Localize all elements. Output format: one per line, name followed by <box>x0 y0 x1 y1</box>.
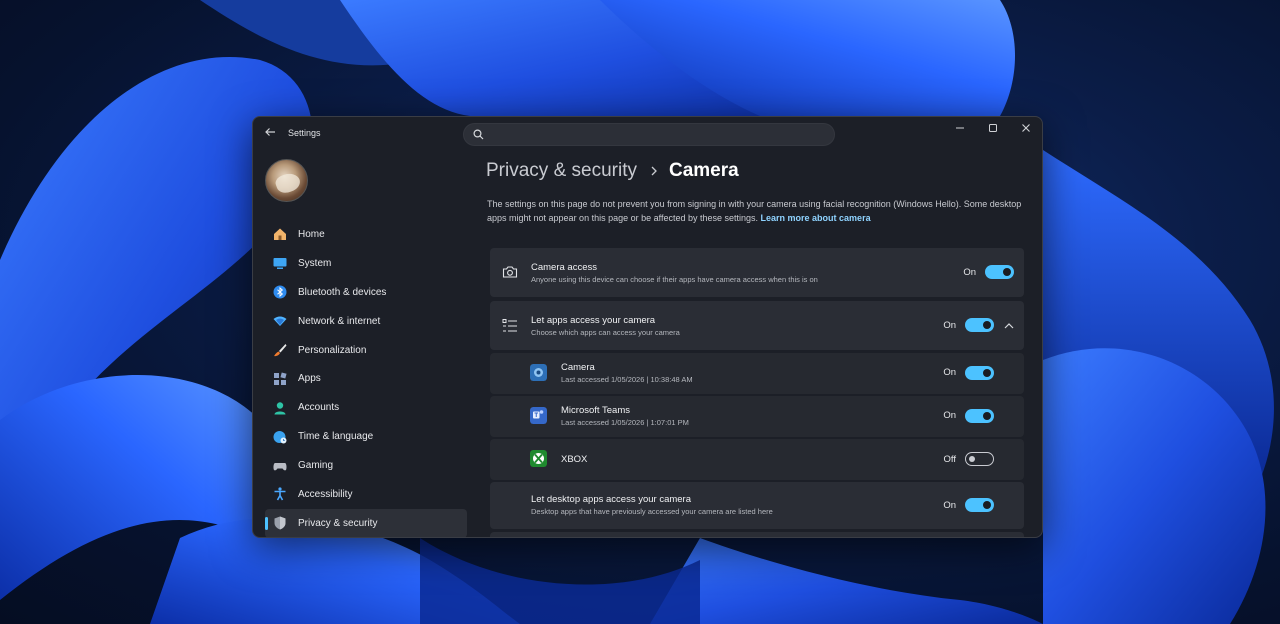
app-last-accessed: Last accessed 1/05/2026 | 10:38:48 AM <box>561 375 693 384</box>
sidebar-item-label: Apps <box>298 373 321 385</box>
sidebar-item-label: Network & internet <box>298 315 381 327</box>
sidebar-nav: Home System Bluetooth & devices Network … <box>265 220 467 537</box>
app-title: Settings <box>288 128 321 138</box>
sidebar-item-system[interactable]: System <box>265 249 467 278</box>
page-title: Camera <box>668 160 739 181</box>
camera-icon <box>502 266 518 278</box>
settings-window: Settings Home System Bluetooth & devices… <box>252 116 1043 538</box>
camera-app-icon <box>530 364 547 381</box>
accounts-icon <box>274 402 286 415</box>
maximize-button[interactable] <box>978 121 1008 141</box>
app-row-microsoft-teams: Microsoft Teams Last accessed 1/05/2026 … <box>490 396 1024 437</box>
app-row-camera: Camera Last accessed 1/05/2026 | 10:38:4… <box>490 353 1024 394</box>
back-button[interactable] <box>261 125 279 143</box>
camera-app-toggle[interactable] <box>965 366 994 380</box>
sidebar-item-apps[interactable]: Apps <box>265 364 467 393</box>
close-button[interactable] <box>1011 121 1041 141</box>
learn-more-link[interactable]: Learn more about camera <box>761 213 871 223</box>
search-box[interactable] <box>463 123 835 146</box>
apps-icon <box>274 372 287 385</box>
accessibility-icon <box>274 487 286 501</box>
search-input[interactable] <box>490 126 820 143</box>
let-apps-access-setting[interactable]: Let apps access your camera Choose which… <box>490 301 1024 350</box>
sidebar-item-label: Accounts <box>298 402 340 414</box>
app-name: XBOX <box>561 454 588 465</box>
breadcrumb: Privacy & security Camera <box>486 160 739 182</box>
let-desktop-apps-access-setting: Let desktop apps access your camera Desk… <box>490 482 1024 529</box>
xbox-toggle[interactable] <box>965 452 994 466</box>
sidebar-item-label: Privacy & security <box>298 517 378 529</box>
sidebar-item-label: Accessibility <box>298 488 353 500</box>
app-last-accessed: Last accessed 1/05/2026 | 1:07:01 PM <box>561 418 689 427</box>
sidebar-item-label: Home <box>298 228 325 240</box>
sidebar-item-label: System <box>298 257 332 269</box>
sidebar-item-label: Personalization <box>298 344 367 356</box>
camera-access-toggle[interactable] <box>985 265 1014 279</box>
minimize-icon <box>956 127 964 129</box>
gamepad-icon <box>273 462 287 470</box>
setting-title: Let desktop apps access your camera <box>531 494 692 505</box>
breadcrumb-parent[interactable]: Privacy & security <box>486 160 637 182</box>
app-name: Camera <box>561 362 595 373</box>
teams-icon <box>530 407 547 424</box>
back-arrow-icon <box>265 128 275 136</box>
sidebar-item-gaming[interactable]: Gaming <box>265 451 467 480</box>
app-row-xbox: XBOX Off <box>490 439 1024 480</box>
minimize-button[interactable] <box>945 121 975 141</box>
setting-subtitle: Anyone using this device can choose if t… <box>531 275 818 284</box>
brush-icon <box>274 344 287 357</box>
sidebar-item-bluetooth[interactable]: Bluetooth & devices <box>265 278 467 307</box>
setting-subtitle: Choose which apps can access your camera <box>531 328 680 337</box>
sidebar-item-personalization[interactable]: Personalization <box>265 336 467 365</box>
toggle-state-label: On <box>943 320 956 331</box>
toggle-state-label: On <box>943 367 956 378</box>
toggle-state-label: On <box>963 267 976 278</box>
setting-title: Let apps access your camera <box>531 315 656 326</box>
sidebar-item-label: Bluetooth & devices <box>298 286 387 298</box>
bluetooth-icon <box>273 285 287 299</box>
sidebar-item-privacy-security[interactable]: Privacy & security <box>265 508 467 537</box>
globe-clock-icon <box>273 430 287 444</box>
xbox-icon <box>530 450 547 467</box>
description-text: The settings on this page do not prevent… <box>487 199 1022 223</box>
title-bar: Settings <box>253 117 1042 151</box>
sidebar-item-accounts[interactable]: Accounts <box>265 393 467 422</box>
shield-icon <box>274 516 286 530</box>
avatar[interactable] <box>265 159 308 202</box>
maximize-icon <box>989 124 997 132</box>
list-icon <box>502 319 517 332</box>
sidebar-item-network[interactable]: Network & internet <box>265 307 467 336</box>
sidebar-item-home[interactable]: Home <box>265 220 467 249</box>
desktop-apps-access-toggle[interactable] <box>965 498 994 512</box>
setting-subtitle: Desktop apps that have previously access… <box>531 507 773 516</box>
sidebar-item-time-language[interactable]: Time & language <box>265 422 467 451</box>
next-setting-card <box>490 532 1024 537</box>
sidebar-item-label: Time & language <box>298 431 374 443</box>
chevron-up-icon[interactable] <box>1003 320 1015 332</box>
page-description: The settings on this page do not prevent… <box>487 198 1032 225</box>
toggle-state-label: On <box>943 500 956 511</box>
chevron-right-icon <box>651 166 657 176</box>
system-icon <box>273 258 287 270</box>
sidebar-item-accessibility[interactable]: Accessibility <box>265 480 467 509</box>
sidebar-item-label: Gaming <box>298 460 334 472</box>
microsoft-teams-toggle[interactable] <box>965 409 994 423</box>
toggle-state-label: On <box>943 410 956 421</box>
setting-title: Camera access <box>531 262 597 273</box>
app-name: Microsoft Teams <box>561 405 630 416</box>
camera-access-setting: Camera access Anyone using this device c… <box>490 248 1024 297</box>
toggle-state-label: Off <box>943 454 957 465</box>
search-icon <box>473 129 484 140</box>
close-icon <box>1022 124 1030 132</box>
network-icon <box>273 316 287 327</box>
let-apps-access-toggle[interactable] <box>965 318 994 332</box>
home-icon <box>274 228 286 241</box>
